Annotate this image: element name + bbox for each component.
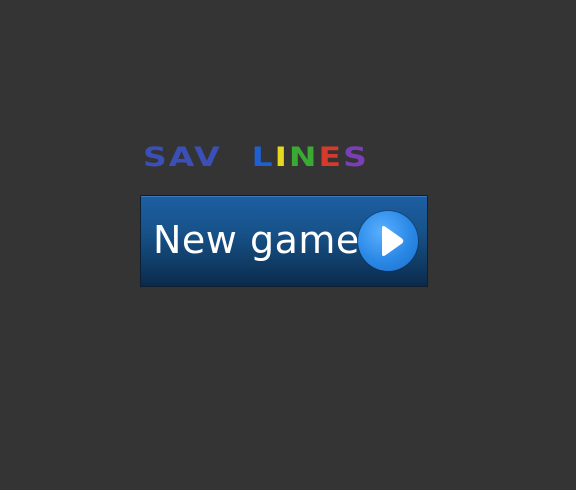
game-logo: SAV L I N E S	[143, 140, 443, 174]
game-screen: SAV L I N E S New game	[0, 0, 576, 490]
logo-word-lines: L I N E S	[252, 140, 369, 174]
logo-letter: S	[343, 141, 369, 173]
new-game-label: New game	[153, 218, 360, 262]
logo-letter: N	[288, 141, 319, 173]
logo-letter: I	[274, 141, 289, 173]
logo-letter: L	[251, 141, 275, 173]
logo-letter: E	[318, 141, 344, 173]
logo-word-sav: SAV	[143, 141, 222, 173]
play-icon	[358, 211, 418, 271]
new-game-button[interactable]: New game	[140, 195, 428, 287]
